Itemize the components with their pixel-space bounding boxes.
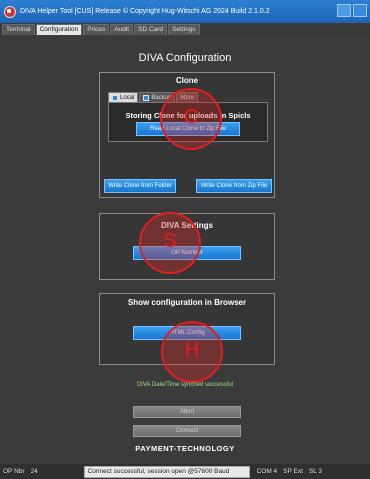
marker-s-letter: S xyxy=(163,230,177,252)
local-tab-icon xyxy=(112,94,118,101)
window-title: DIVA Helper Tool [CUS] Release © Copyrig… xyxy=(20,8,270,15)
op-nbr-value: 24 xyxy=(30,468,38,475)
tab-settings[interactable]: Settings xyxy=(168,24,200,35)
tab-sd-card[interactable]: SD Card xyxy=(134,24,168,35)
status-bar: OP Nbr 24 Connect successful, session op… xyxy=(0,464,370,479)
tab-prices[interactable]: Prices xyxy=(83,24,110,35)
op-nbr-label: OP Nbr xyxy=(3,468,25,475)
title-bar: DIVA Helper Tool [CUS] Release © Copyrig… xyxy=(0,0,370,23)
app-icon xyxy=(4,5,16,18)
page-title: DIVA Configuration xyxy=(138,52,232,64)
backup-tab-icon xyxy=(143,94,150,101)
tab-configuration[interactable]: Configuration xyxy=(35,24,83,35)
com-port: COM 4 xyxy=(256,468,278,475)
marker-h-letter: H xyxy=(184,339,200,361)
minimize-button[interactable] xyxy=(337,4,351,17)
tab-audit[interactable]: Audit xyxy=(110,24,134,35)
write-clone-folder-button[interactable]: Write Clone from Folder xyxy=(104,179,176,193)
sp-ext: SP Ext xyxy=(283,468,303,475)
marker-s: S xyxy=(139,212,201,274)
tab-terminal[interactable]: Terminal xyxy=(2,24,35,35)
main-tabs: Terminal Configuration Prices Audit SD C… xyxy=(0,23,370,35)
sl-level: SL 3 xyxy=(308,468,323,475)
clone-title: Clone xyxy=(175,76,199,85)
connect-button[interactable]: Connect xyxy=(133,425,241,437)
configuration-panel: DIVA Configuration Clone Local Backup Mo… xyxy=(0,35,370,464)
clone-tab-local-label: Local xyxy=(120,94,135,101)
marker-c: C xyxy=(160,88,222,150)
marker-c-letter: C xyxy=(183,106,199,128)
status-message: DIVA Date/Time synched successful xyxy=(136,382,234,388)
write-clone-zip-button[interactable]: Write Clone from Zip File xyxy=(196,179,272,193)
connection-status: Connect successful, session open @57600 … xyxy=(83,465,250,478)
close-button[interactable] xyxy=(353,4,367,17)
abort-button[interactable]: Abort xyxy=(133,406,241,418)
brand-text: PAYMENT-TECHNOLOGY xyxy=(135,444,235,453)
marker-h: H xyxy=(161,321,223,383)
browser-config-title: Show configuration in Browser xyxy=(127,298,247,307)
